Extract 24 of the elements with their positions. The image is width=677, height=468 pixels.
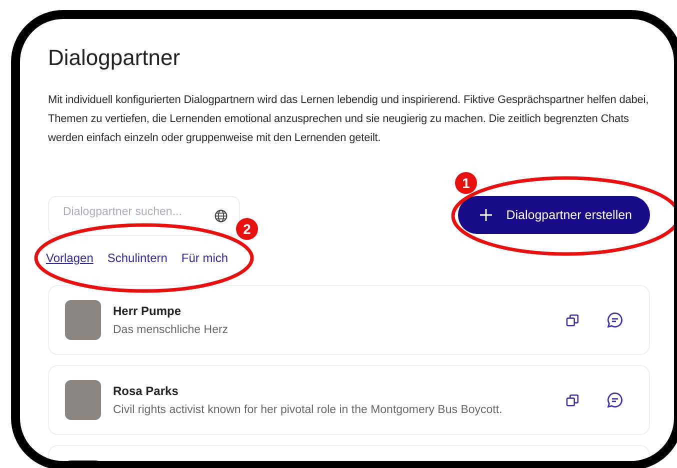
partner-description: Civil rights activist known for her pivotal role in the Montgomery Bus Boycott.: [113, 404, 504, 416]
search-field[interactable]: Dialogpartner suchen...: [48, 196, 240, 236]
globe-icon: [214, 209, 228, 223]
partner-name: Herr Pumpe: [113, 304, 182, 318]
description-text: Mit individuell konfigurierten Dialogpartnern wird das Lernen lebendig und inspirierend. Fiktive Gesprächspartner helfen dabei, Themen zu vertiefen, die Lernenden emotional anzusprechen und sie neugierig zu machen. Die zeitlich begrenzten Chats werden einfach einzeln oder gruppenweise mit den Lernenden geteilt.: [48, 93, 650, 146]
create-label: Dialogpartner erstellen: [506, 208, 632, 222]
chat-icon[interactable]: [607, 392, 623, 408]
chat-icon[interactable]: [607, 312, 623, 328]
partner-name: Rosa Parks: [113, 384, 180, 398]
filter-tab[interactable]: Vorlagen: [42, 249, 98, 267]
plus-icon: [480, 209, 492, 221]
copy-icon[interactable]: [566, 314, 579, 326]
filter-tab[interactable]: Schulintern: [103, 249, 172, 267]
photo-placeholder: [65, 300, 101, 340]
annotation-badge: 1: [455, 172, 477, 194]
create-button[interactable]: Dialogpartner erstellen: [458, 196, 650, 234]
partner-card[interactable]: Herr Pumpe Das menschliche Herz: [48, 285, 650, 355]
page-title: Dialogpartner: [48, 45, 182, 71]
partner-card[interactable]: Rosa Parks Civil rights activist known for her pivotal role in the Montgomery Bus Boycott.: [48, 365, 650, 435]
copy-icon[interactable]: [566, 394, 579, 406]
annotation-badge: 2: [236, 218, 258, 240]
filter-tab[interactable]: Für mich: [177, 249, 232, 267]
partner-description: Das menschliche Herz: [113, 324, 230, 336]
photo-placeholder: [65, 380, 101, 420]
